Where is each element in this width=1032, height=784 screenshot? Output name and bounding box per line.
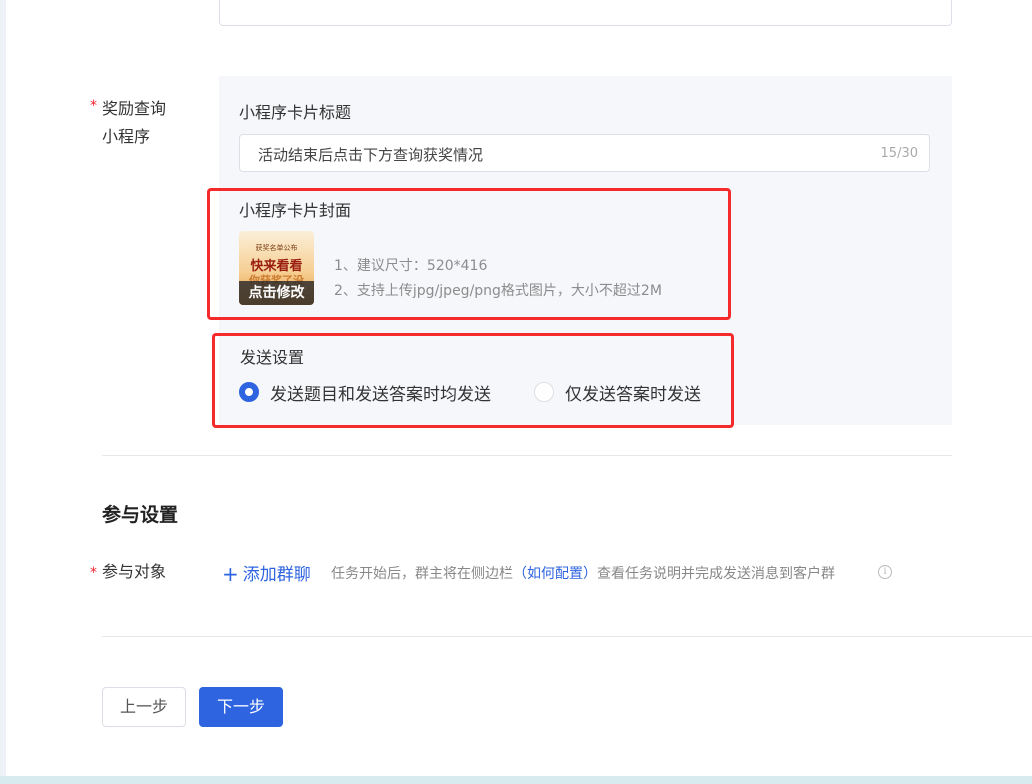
previous-field-box[interactable] [219, 0, 952, 26]
reward-label: 奖励查询 小程序 [102, 95, 166, 151]
desc-after: 查看任务说明并完成发送消息到客户群 [597, 566, 835, 582]
card-title-count: 15/30 [880, 146, 918, 161]
left-border [0, 0, 6, 776]
highlight-box-cover [207, 188, 731, 320]
required-mark: * [90, 565, 97, 581]
participation-title: 参与设置 [102, 504, 179, 526]
add-group-button[interactable]: + 添加群聊 [222, 560, 311, 586]
card-title-value: 活动结束后点击下方查询获奖情况 [258, 146, 484, 164]
how-to-config-link[interactable]: （如何配置） [513, 566, 597, 582]
reward-label-line2: 小程序 [102, 127, 151, 146]
participation-desc: 任务开始后，群主将在侧边栏（如何配置）查看任务说明并完成发送消息到客户群 [331, 563, 835, 583]
divider [102, 636, 1032, 637]
target-label: 参与对象 [102, 562, 167, 581]
prev-step-button[interactable]: 上一步 [102, 687, 186, 727]
desc-before: 任务开始后，群主将在侧边栏 [331, 566, 513, 582]
plus-icon: + [222, 562, 239, 586]
divider [102, 455, 952, 456]
bottom-band [0, 776, 1032, 784]
card-title-input[interactable]: 活动结束后点击下方查询获奖情况 15/30 [239, 134, 930, 172]
add-group-label: 添加群聊 [242, 565, 311, 585]
reward-label-line1: 奖励查询 [102, 99, 167, 118]
next-step-button[interactable]: 下一步 [199, 687, 283, 727]
required-mark: * [90, 98, 97, 114]
info-icon[interactable]: i [878, 565, 892, 579]
card-title-label: 小程序卡片标题 [239, 103, 352, 122]
highlight-box-send [212, 333, 734, 428]
